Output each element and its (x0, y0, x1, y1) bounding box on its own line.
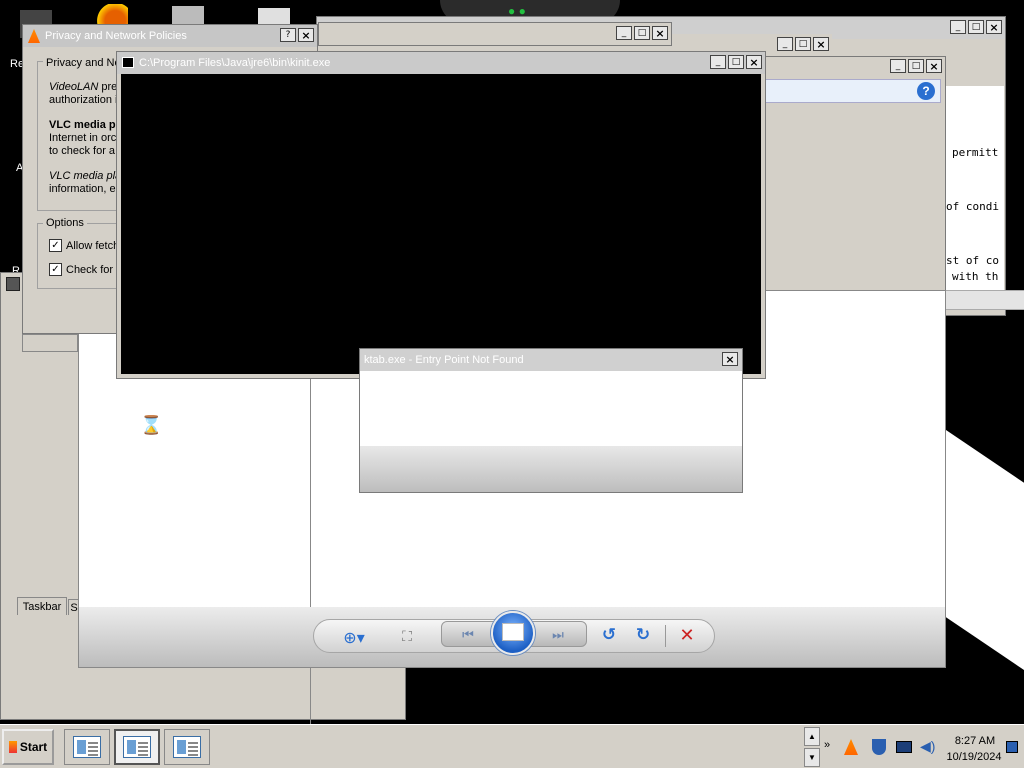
tab-taskbar[interactable]: Taskbar (17, 597, 67, 615)
close-button[interactable]: × (722, 352, 738, 366)
taskbar-scroll: ▲ ▼ (804, 727, 820, 767)
allow-fetch-checkbox[interactable]: ✓ (49, 239, 62, 252)
busy-cursor-icon: ⌛ (140, 415, 163, 436)
license-window[interactable]: _ □ × ? (760, 56, 946, 296)
show-hidden-icons-icon[interactable]: » (824, 739, 830, 751)
minimize-button[interactable]: _ (890, 59, 906, 73)
rotate-left-icon[interactable]: ↺ (597, 623, 621, 647)
error-dialog-titlebar[interactable]: ktab.exe - Entry Point Not Found (360, 349, 742, 371)
taskbar-window-button-active[interactable] (114, 729, 160, 765)
license-line: permitt (952, 146, 999, 159)
close-button[interactable]: × (926, 59, 942, 73)
privacy-group-title: Privacy and Ne (43, 57, 124, 69)
gadget-green-dots: ● ● (508, 4, 526, 18)
close-button[interactable]: × (986, 20, 1002, 34)
volume-tray-icon[interactable]: ◀) (920, 738, 935, 755)
taskbar-window-button[interactable] (64, 729, 110, 765)
window-icon (6, 277, 20, 291)
vlc-italic: VLC media pla (49, 170, 122, 182)
privacy-text: to check for a (49, 145, 116, 157)
license-infobar (765, 79, 941, 103)
privacy-text: authorization i (49, 94, 118, 106)
maximize-button[interactable]: □ (728, 55, 744, 69)
license-text-area: permitt of condi st of co with th (946, 86, 1004, 290)
dialog-shadow-edge (22, 334, 78, 352)
vlc-privacy-controls: ? × (280, 28, 314, 42)
privacy-text: VideoLAN pref (49, 81, 123, 94)
check-updates-checkbox[interactable]: ✓ (49, 263, 62, 276)
maximize-button[interactable]: □ (968, 20, 984, 34)
previous-icon[interactable]: ⏮ (451, 625, 485, 645)
taskbar: Start ▲ ▼ » ◀) 8:27 AM 10/19/2024 (0, 724, 1024, 768)
entry-point-error-dialog[interactable]: ktab.exe - Entry Point Not Found × (359, 348, 743, 493)
license-line: with th (952, 270, 999, 283)
close-button[interactable]: × (298, 28, 314, 42)
help-icon[interactable]: ? (917, 82, 935, 100)
minimize-button[interactable]: _ (777, 37, 793, 51)
notification-area: » ◀) 8:27 AM 10/19/2024 (822, 727, 1022, 767)
actual-size-icon[interactable]: ⛶ (395, 625, 419, 649)
background-window-1-controls: _ □ × (950, 20, 1002, 34)
license-window-controls: _ □ × (890, 59, 942, 73)
close-button[interactable]: × (813, 37, 829, 51)
maximize-button[interactable]: □ (634, 26, 650, 40)
minimize-button[interactable]: _ (710, 55, 726, 69)
maximize-button[interactable]: □ (908, 59, 924, 73)
allow-fetch-label: Allow fetch (66, 240, 120, 252)
vlc-tray-icon[interactable] (844, 739, 858, 755)
check-updates-label: Check for (66, 264, 114, 276)
slideshow-icon (502, 623, 524, 641)
minimize-button[interactable]: _ (616, 26, 632, 40)
console-output[interactable] (121, 74, 761, 374)
windows-logo-icon (8, 741, 17, 753)
show-desktop-icon[interactable] (1006, 741, 1018, 753)
start-button[interactable]: Start (2, 729, 54, 765)
console-title: C:\Program Files\Java\jre6\bin\kinit.exe (139, 57, 331, 69)
document-icon (123, 736, 151, 758)
kinit-titlebar[interactable]: C:\Program Files\Java\jre6\bin\kinit.exe (117, 52, 765, 74)
privacy-text: VLC media pla (49, 170, 123, 183)
white-panel-right (946, 430, 1024, 670)
privacy-heading: VLC media p (49, 119, 116, 131)
close-button[interactable]: × (652, 26, 668, 40)
zoom-icon[interactable]: ⊕▾ (339, 625, 369, 649)
help-button[interactable]: ? (280, 28, 296, 42)
vlc-privacy-titlebar[interactable]: Privacy and Network Policies (23, 25, 317, 47)
document-icon (73, 736, 101, 758)
viewer-toolbar: ⊕▾ ⛶ ⏮ ⏭ ↺ ↻ ✕ (79, 607, 945, 667)
error-dialog-title: ktab.exe - Entry Point Not Found (364, 354, 524, 366)
clock-date[interactable]: 10/19/2024 (944, 751, 1004, 763)
privacy-text: information, e (49, 183, 116, 195)
clock-time[interactable]: 8:27 AM (950, 735, 1000, 747)
toolbar-separator (665, 625, 666, 647)
taskbar-window-button[interactable] (164, 729, 210, 765)
videolan-italic: VideoLAN (49, 81, 99, 93)
background-window-2-controls: _ □ × (616, 26, 668, 40)
license-line: of condi (946, 200, 999, 213)
delete-icon[interactable]: ✕ (675, 623, 699, 647)
scroll-down-icon[interactable]: ▼ (804, 748, 820, 767)
minimize-button[interactable]: _ (950, 20, 966, 34)
dialog-title: Privacy and Network Policies (45, 30, 187, 42)
security-tray-icon[interactable] (872, 739, 886, 755)
options-group-title: Options (43, 217, 87, 229)
maximize-button[interactable]: □ (795, 37, 811, 51)
kinit-controls: _ □ × (710, 55, 762, 69)
rotate-right-icon[interactable]: ↻ (631, 623, 655, 647)
close-button[interactable]: × (746, 55, 762, 69)
network-tray-icon[interactable] (896, 741, 912, 753)
next-icon[interactable]: ⏭ (541, 625, 575, 645)
error-dialog-footer (360, 446, 742, 492)
start-label: Start (19, 740, 48, 754)
background-window-3-controls: _ □ × (777, 37, 829, 51)
license-line: st of co (946, 254, 999, 267)
console-window-icon (122, 57, 134, 68)
document-icon (173, 736, 201, 758)
kinit-console-window[interactable]: C:\Program Files\Java\jre6\bin\kinit.exe… (116, 51, 766, 379)
scroll-up-icon[interactable]: ▲ (804, 727, 820, 746)
privacy-text: Internet in orc (49, 132, 117, 144)
error-dialog-controls: × (722, 352, 738, 366)
background-window-2[interactable]: _ □ × (318, 22, 672, 46)
